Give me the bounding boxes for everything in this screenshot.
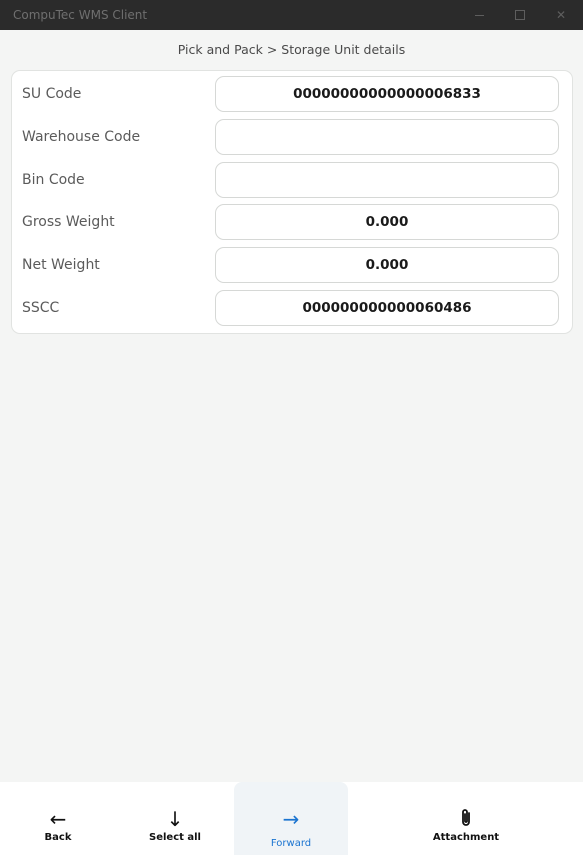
su-code-field[interactable]: 00000000000000006833 [215,76,559,112]
paperclip-icon [459,808,473,830]
attachment-button[interactable]: Attachment [430,782,502,855]
forward-label: Forward [270,838,312,849]
maximize-button[interactable] [501,0,539,30]
su-code-label: SU Code [22,86,82,102]
attachment-label: Attachment [432,832,500,843]
minimize-icon [474,14,484,16]
detail-row-gross-weight: Gross Weight 0.000 [12,204,572,242]
net-weight-label: Net Weight [22,257,100,273]
maximize-icon [515,10,525,20]
back-label: Back [44,832,72,843]
arrow-left-icon: ← [49,807,67,831]
arrow-right-icon: → [282,807,300,831]
warehouse-code-field[interactable] [215,119,559,155]
detail-row-sscc: SSCC 000000000000060486 [12,290,572,328]
title-bar: CompuTec WMS Client ✕ [0,0,583,30]
breadcrumb: Pick and Pack > Storage Unit details [177,42,406,57]
gross-weight-field[interactable]: 0.000 [215,204,559,240]
close-button[interactable]: ✕ [542,0,580,30]
minimize-button[interactable] [460,0,498,30]
bin-code-field[interactable] [215,162,559,198]
detail-row-su-code: SU Code 00000000000000006833 [12,76,572,114]
net-weight-field[interactable]: 0.000 [215,247,559,283]
sscc-label: SSCC [22,300,60,316]
app-window: CompuTec WMS Client ✕ Pick and Pack > St… [0,0,583,855]
warehouse-code-label: Warehouse Code [22,129,141,145]
storage-unit-details-card: SU Code 00000000000000006833 Warehouse C… [11,70,573,334]
close-icon: ✕ [555,8,567,22]
gross-weight-label: Gross Weight [22,214,115,230]
select-all-label: Select all [149,832,201,843]
bottom-navigation: ← Back ↓ Select all → Forward Attachment [0,782,583,855]
window-title: CompuTec WMS Client [13,8,148,22]
sscc-field[interactable]: 000000000000060486 [215,290,559,326]
select-all-button[interactable]: ↓ Select all [140,782,210,855]
forward-button[interactable]: → Forward [234,782,348,855]
arrow-down-icon: ↓ [166,807,184,831]
detail-row-warehouse-code: Warehouse Code [12,119,572,157]
back-button[interactable]: ← Back [28,782,88,855]
bin-code-label: Bin Code [22,172,85,188]
detail-row-net-weight: Net Weight 0.000 [12,247,572,285]
detail-row-bin-code: Bin Code [12,162,572,200]
